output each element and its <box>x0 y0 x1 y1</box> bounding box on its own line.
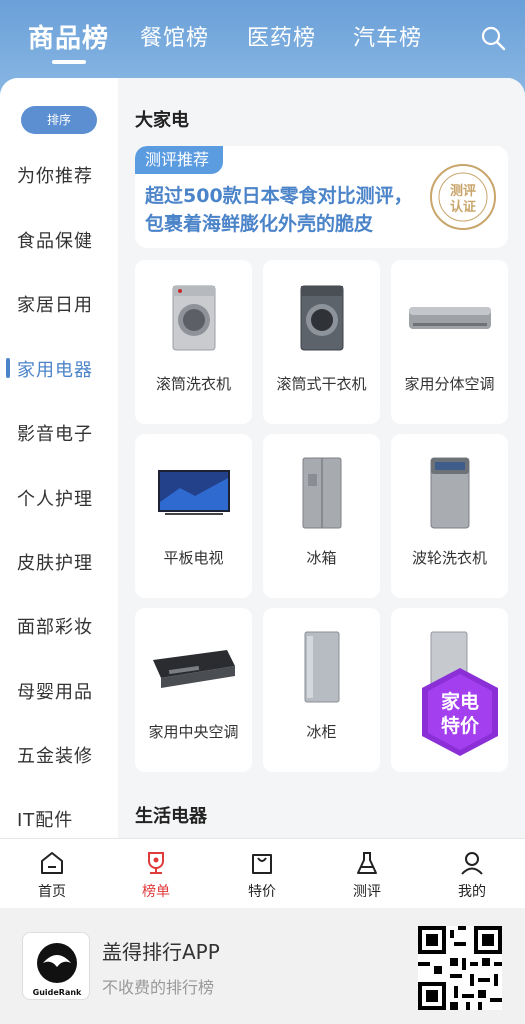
product-label: 家用分体空调 <box>404 375 495 393</box>
banner-tag: 测评推荐 <box>135 146 224 174</box>
tv-icon <box>158 470 230 515</box>
sidebar-item-food[interactable]: 食品保健 <box>17 227 93 253</box>
app-logo: GuideRank <box>22 932 90 1000</box>
sidebar-item-recommended[interactable]: 为你推荐 <box>17 162 93 188</box>
product-label: 平板电视 <box>163 549 224 567</box>
certification-seal-icon: 测评 认证 <box>430 164 496 230</box>
product-label: 滚筒式干衣机 <box>276 375 367 393</box>
svg-text:GuideRank: GuideRank <box>33 988 82 997</box>
category-sidebar: 排序 为你推荐 食品保健 家居日用 家用电器 影音电子 个人护理 皮肤护理 面部… <box>0 78 118 838</box>
svg-text:测评: 测评 <box>450 183 476 199</box>
sort-button[interactable]: 排序 <box>21 106 97 134</box>
app-name: 盖得排行APP <box>102 940 220 964</box>
nav-deals-label: 特价 <box>248 884 276 900</box>
app-promo-footer: GuideRank 盖得排行APP 不收费的排行榜 <box>0 908 525 1024</box>
tab-products[interactable]: 商品榜 <box>28 18 109 55</box>
sidebar-item-skin-care[interactable]: 皮肤护理 <box>17 549 93 575</box>
user-icon <box>461 852 483 875</box>
main-content: 大家电 测评推荐 超过500款日本零食对比测评，包裹着海鲜膨化外壳的脆皮 测评 … <box>118 78 525 838</box>
section-title-major-appliances: 大家电 <box>135 110 189 131</box>
product-card-fridge[interactable]: 冰箱 <box>263 434 380 598</box>
category-tabs: 商品榜 餐馆榜 医药榜 汽车榜 <box>0 0 525 78</box>
top-load-washer-icon <box>430 457 470 529</box>
tab-restaurants[interactable]: 餐馆榜 <box>140 20 209 52</box>
sidebar-item-it-accessories[interactable]: IT配件 <box>17 806 73 832</box>
product-label: 波轮洗衣机 <box>411 549 487 567</box>
nav-profile-label: 我的 <box>458 884 486 900</box>
active-tab-indicator <box>52 60 86 64</box>
product-card-front-load-washer[interactable]: 滚筒洗衣机 <box>135 260 252 424</box>
home-icon <box>41 852 63 874</box>
product-card-split-ac[interactable]: 家用分体空调 <box>391 260 508 424</box>
banner-headline: 超过500款日本零食对比测评，包裹着海鲜膨化外壳的脆皮 <box>145 185 413 235</box>
sidebar-item-household[interactable]: 家居日用 <box>17 291 93 317</box>
bottom-navigation: 首页 榜单 特价 测评 我的 <box>0 838 525 908</box>
trophy-icon <box>148 852 164 874</box>
front-load-washer-icon <box>172 285 216 351</box>
product-card-dryer[interactable]: 滚筒式干衣机 <box>263 260 380 424</box>
product-card-top-load-washer[interactable]: 波轮洗衣机 <box>391 434 508 598</box>
app-slogan: 不收费的排行榜 <box>102 978 215 997</box>
sidebar-item-appliances[interactable]: 家用电器 <box>17 356 93 382</box>
flask-icon <box>357 852 377 874</box>
nav-rankings-label: 榜单 <box>142 884 170 900</box>
sidebar-item-baby[interactable]: 母婴用品 <box>17 678 93 704</box>
tab-medicine[interactable]: 医药榜 <box>247 20 316 52</box>
product-card-freezer[interactable]: 冰柜 <box>263 608 380 772</box>
central-ac-icon <box>153 650 235 688</box>
product-label: 滚筒洗衣机 <box>155 375 231 393</box>
content-panel: 排序 为你推荐 食品保健 家居日用 家用电器 影音电子 个人护理 皮肤护理 面部… <box>0 78 525 838</box>
nav-reviews-label: 测评 <box>353 884 381 900</box>
nav-reviews[interactable]: 测评 <box>327 839 407 909</box>
nav-home-label: 首页 <box>38 884 66 900</box>
qr-code-icon <box>418 926 502 1010</box>
dryer-icon <box>300 285 344 351</box>
fridge-icon <box>302 457 342 529</box>
search-icon <box>481 26 506 51</box>
sidebar-item-hardware[interactable]: 五金装修 <box>17 742 93 768</box>
section-title-small-appliances: 生活电器 <box>135 806 207 827</box>
product-card-tv[interactable]: 平板电视 <box>135 434 252 598</box>
nav-profile[interactable]: 我的 <box>432 839 512 909</box>
tab-cars[interactable]: 汽车榜 <box>353 20 422 52</box>
sidebar-item-personal-care[interactable]: 个人护理 <box>17 485 93 511</box>
sidebar-item-makeup[interactable]: 面部彩妆 <box>17 613 93 639</box>
nav-rankings[interactable]: 榜单 <box>116 839 196 909</box>
product-card-central-ac[interactable]: 家用中央空调 <box>135 608 252 772</box>
sidebar-active-indicator <box>6 358 10 378</box>
bag-icon <box>252 854 272 874</box>
nav-home[interactable]: 首页 <box>12 839 92 909</box>
product-label: 冰柜 <box>306 723 337 741</box>
sidebar-item-electronics[interactable]: 影音电子 <box>17 420 93 446</box>
svg-text:特价: 特价 <box>441 715 480 737</box>
product-label: 冰箱 <box>306 549 337 567</box>
svg-text:家电: 家电 <box>441 690 479 713</box>
review-banner[interactable]: 测评推荐 超过500款日本零食对比测评，包裹着海鲜膨化外壳的脆皮 测评 认证 <box>135 146 508 248</box>
appliance-deal-badge[interactable]: 家电 特价 <box>416 664 504 760</box>
freezer-icon <box>304 631 340 703</box>
nav-deals[interactable]: 特价 <box>222 839 302 909</box>
lion-logo-icon: GuideRank <box>33 943 82 997</box>
svg-text:认证: 认证 <box>450 199 476 215</box>
split-ac-icon <box>409 307 491 329</box>
search-button[interactable] <box>479 24 507 52</box>
product-label: 家用中央空调 <box>148 723 239 741</box>
